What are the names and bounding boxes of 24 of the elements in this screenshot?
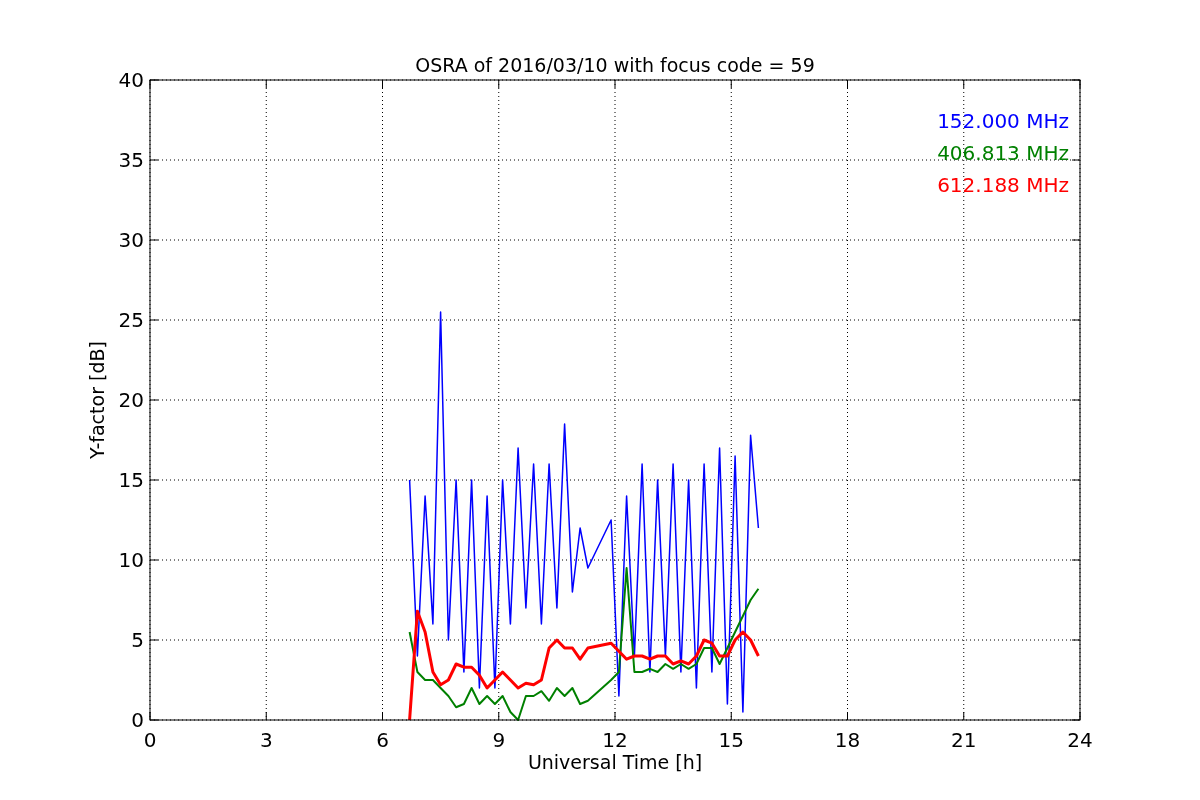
tick-label: 15 [718,728,744,752]
legend-label: 406.813 MHz [937,141,1069,165]
legend-label: 612.188 MHz [937,173,1069,197]
tick-label: 5 [131,628,144,652]
tick-label: 9 [492,728,506,752]
tick-label: 21 [951,728,977,752]
tick-label: 25 [118,308,144,332]
tick-label: 40 [118,68,144,92]
tick-label: 3 [259,728,273,752]
tick-label: 0 [143,728,157,752]
tick-label: 6 [376,728,389,752]
tick-label: 20 [118,388,144,412]
tick-label: 18 [834,728,861,752]
y-axis-label: Y-factor [dB] [86,341,108,459]
tick-label: 35 [118,148,144,172]
tick-label: 15 [118,468,144,492]
tick-label: 24 [1067,728,1093,752]
tick-label: 12 [602,728,628,752]
x-axis-label: Universal Time [h] [527,751,703,773]
tick-label: 0 [131,708,144,732]
chart-title: OSRA of 2016/03/10 with focus code = 59 [415,54,815,76]
tick-label: 30 [118,228,144,252]
tick-label: 10 [118,548,144,572]
legend-label: 152.000 MHz [937,109,1069,133]
